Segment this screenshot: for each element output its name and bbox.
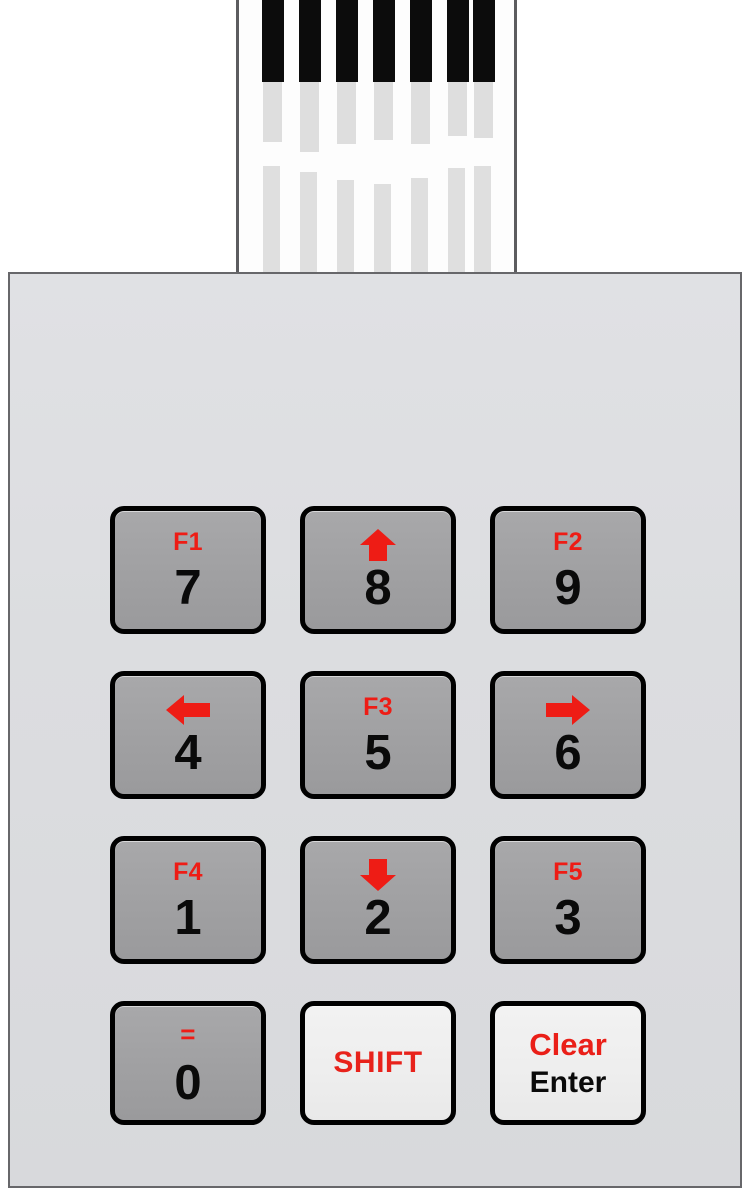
key-5[interactable]: F3 5 [300,671,456,799]
ribbon-trace-upper-3 [337,82,356,144]
key-8[interactable]: 8 [300,506,456,634]
ribbon-contact-4 [373,0,395,82]
ribbon-trace-upper-5 [411,82,430,144]
ribbon-contact-3 [336,0,358,82]
arrow-up-icon [358,528,398,562]
key-1[interactable]: F4 1 [110,836,266,964]
keypad-panel: F1 7 8 F2 9 4 F3 5 6 F4 1 2 F5 3 = 0 SHI… [8,272,742,1188]
ribbon-contact-2 [299,0,321,82]
key-grid: F1 7 8 F2 9 4 F3 5 6 F4 1 2 F5 3 = 0 SHI… [110,506,662,1138]
key-7-primary-label: 7 [174,560,202,615]
key-8-primary-label: 8 [364,560,392,615]
ribbon-contact-7 [473,0,495,82]
ribbon-trace-upper-2 [300,82,319,152]
ribbon-trace-upper-7 [474,82,493,138]
key-9[interactable]: F2 9 [490,506,646,634]
ribbon-trace-upper-6 [448,82,467,136]
key-6[interactable]: 6 [490,671,646,799]
ribbon-trace-lower-4 [374,184,391,273]
keypad-screenshot: F1 7 8 F2 9 4 F3 5 6 F4 1 2 F5 3 = 0 SHI… [0,0,750,1200]
key-9-secondary-label: F2 [553,528,583,556]
ribbon-trace-upper-4 [374,82,393,140]
arrow-right-icon [545,693,591,727]
key-2[interactable]: 2 [300,836,456,964]
ribbon-trace-upper-1 [263,82,282,142]
ribbon-trace-lower-5 [411,178,428,273]
key-3-secondary-label: F5 [553,858,583,886]
ribbon-trace-lower-2 [300,172,317,273]
key-7[interactable]: F1 7 [110,506,266,634]
key-clear-enter[interactable]: Clear Enter [490,1001,646,1125]
arrow-down-icon [358,858,398,892]
key-0[interactable]: = 0 [110,1001,266,1125]
key-1-primary-label: 1 [174,890,202,945]
ribbon-cable [236,0,517,275]
key-6-primary-label: 6 [554,725,582,780]
ribbon-right-edge [514,0,517,275]
ribbon-trace-lower-6 [448,168,465,273]
key-shift[interactable]: SHIFT [300,1001,456,1125]
key-7-secondary-label: F1 [173,528,203,556]
ribbon-left-edge [236,0,239,275]
key-4[interactable]: 4 [110,671,266,799]
arrow-left-icon [165,693,211,727]
key-3-primary-label: 3 [554,890,582,945]
ribbon-trace-lower-1 [263,166,280,273]
key-3[interactable]: F5 3 [490,836,646,964]
key-5-secondary-label: F3 [363,693,393,721]
key-4-primary-label: 4 [174,725,202,780]
key-9-primary-label: 9 [554,560,582,615]
key-enter-label: Enter [529,1065,607,1099]
key-1-secondary-label: F4 [173,858,203,886]
key-0-secondary-label: = [180,1018,196,1049]
ribbon-contact-1 [262,0,284,82]
ribbon-contact-6 [447,0,469,82]
key-0-primary-label: 0 [174,1055,202,1110]
key-5-primary-label: 5 [364,725,392,780]
key-clear-label: Clear [529,1026,607,1062]
ribbon-trace-lower-7 [474,166,491,273]
ribbon-contact-5 [410,0,432,82]
ribbon-trace-lower-3 [337,180,354,273]
key-shift-label: SHIFT [333,1046,423,1079]
key-2-primary-label: 2 [364,890,392,945]
